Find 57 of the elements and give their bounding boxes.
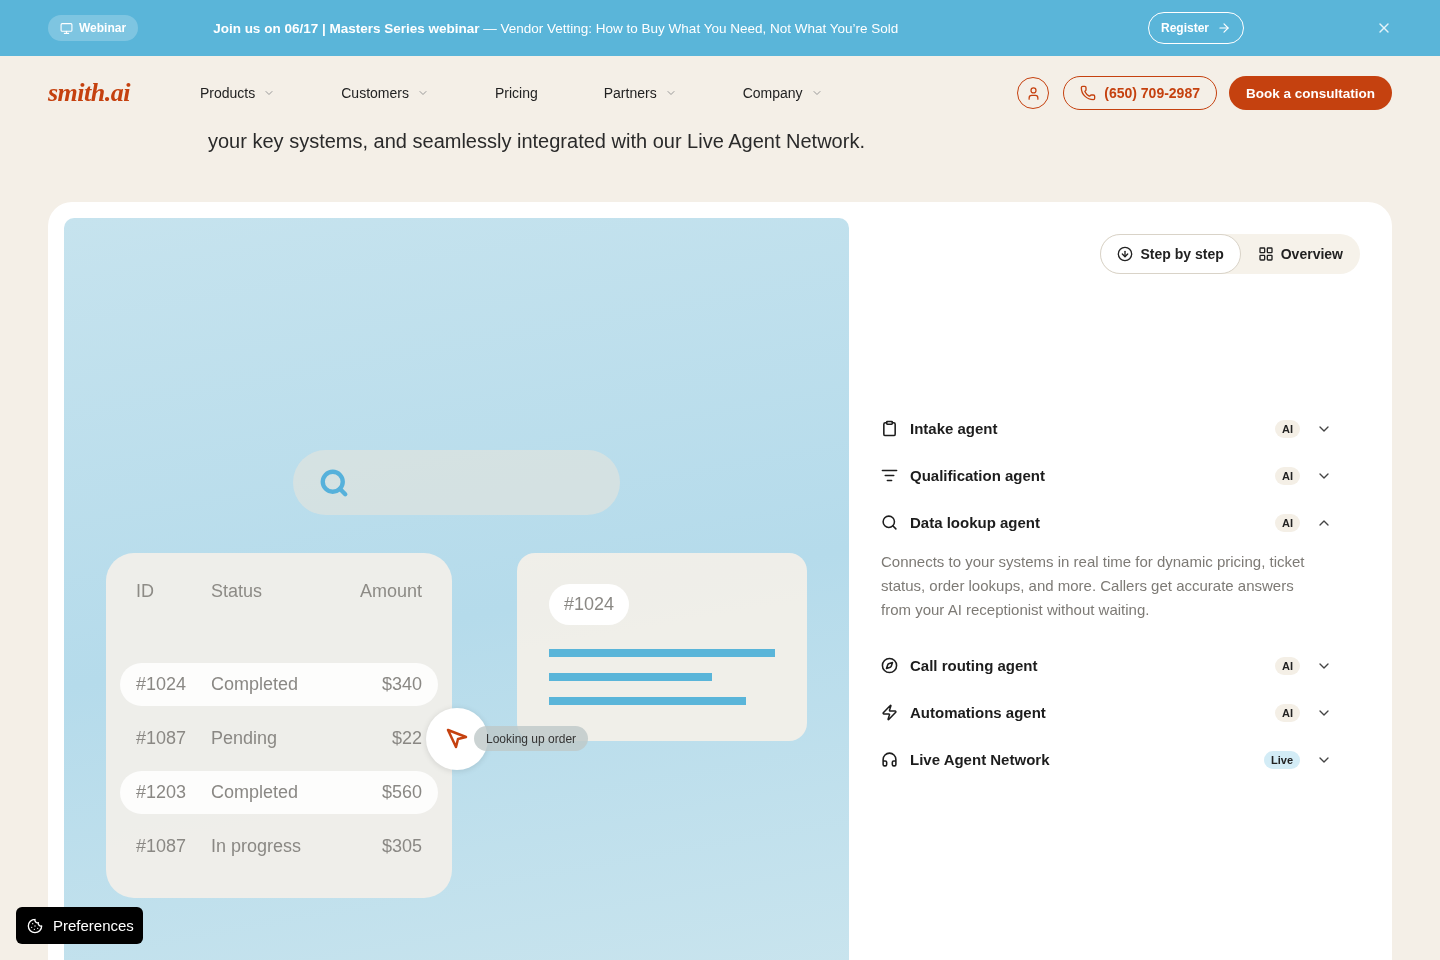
agent-accordion-header[interactable]: Intake agent AI	[881, 405, 1360, 452]
agent-description: Connects to your systems in real time for dynamic pricing, ticket status, order lookups, and more. Callers get accurate answers from your AI receptionist without waiting.	[881, 552, 1306, 620]
table-cell: $22	[391, 728, 422, 749]
agent-badge: AI	[1275, 656, 1300, 675]
column-header: Amount	[359, 580, 422, 602]
clipboard-icon	[881, 420, 898, 437]
agent-accordion-header[interactable]: Data lookup agent AI	[881, 499, 1360, 546]
agent-badge: AI	[1275, 513, 1300, 532]
headphones-icon	[881, 751, 898, 768]
agent-badge: Live	[1264, 750, 1300, 769]
table-cell-text: Completed	[211, 782, 300, 803]
agent-badge: AI	[1275, 419, 1300, 438]
table-cell: $340	[381, 674, 422, 695]
table-cell: $560	[381, 782, 422, 803]
user-icon	[1025, 85, 1041, 101]
table-cell-text: #1024	[136, 674, 188, 695]
view-tab[interactable]: Step by step	[1100, 234, 1241, 274]
monitor-icon	[60, 21, 73, 35]
agent-accordion-header[interactable]: Automations agent AI	[881, 689, 1360, 736]
logo[interactable]: smith.ai	[48, 78, 130, 108]
preferences-button[interactable]: Preferences	[16, 907, 143, 944]
agent-accordion-header[interactable]: Qualification agent AI	[881, 452, 1360, 499]
phone-icon	[1080, 85, 1097, 101]
order-chip: #1024	[549, 584, 630, 625]
search-icon	[319, 467, 349, 498]
compass-icon	[881, 657, 898, 674]
column-header: Status	[211, 580, 264, 602]
cookie-icon	[27, 917, 43, 934]
nav-link[interactable]: Company	[742, 85, 823, 101]
cursor-icon	[445, 727, 469, 751]
lightning-icon	[881, 704, 898, 721]
webinar-tag: Webinar	[48, 15, 139, 41]
consultation-button[interactable]: Book a consultation	[1229, 76, 1392, 110]
grid-icon	[1257, 246, 1274, 262]
arrow-down-circle-icon	[1117, 246, 1134, 262]
nav-link[interactable]: Customers	[341, 85, 429, 101]
intro-text: your key systems, and seamlessly integrated with our Live Agent Network.	[207, 130, 866, 152]
table-cell-text: #1087	[136, 728, 188, 749]
table-cell-text: In progress	[211, 836, 303, 857]
table-cell-text: #1087	[136, 836, 188, 857]
table-cell-text: #1203	[136, 782, 188, 803]
table-cell-text: Pending	[211, 728, 279, 749]
nav-link[interactable]: Partners	[603, 85, 677, 101]
nav-link[interactable]: Products	[200, 85, 276, 101]
agent-accordion-header[interactable]: Call routing agent AI	[881, 642, 1360, 689]
announcement-text: Join us on 06/17 | Masters Series webinar — Vendor Vetting: How to Buy What You Need, Not What You’re Sold	[213, 20, 899, 36]
column-header: ID	[136, 580, 155, 602]
filter-icon	[881, 467, 898, 484]
table-cell: $305	[381, 836, 422, 857]
agent-accordion-header[interactable]: Live Agent Network Live	[881, 736, 1360, 783]
agent-badge: AI	[1275, 466, 1300, 485]
agent-badge: AI	[1275, 703, 1300, 722]
view-tab[interactable]: Overview	[1240, 234, 1360, 274]
table-cell-text: Completed	[211, 674, 300, 695]
search-icon	[881, 514, 898, 531]
nav-link[interactable]: Pricing	[494, 85, 538, 101]
status-tooltip: Looking up order	[474, 726, 589, 751]
